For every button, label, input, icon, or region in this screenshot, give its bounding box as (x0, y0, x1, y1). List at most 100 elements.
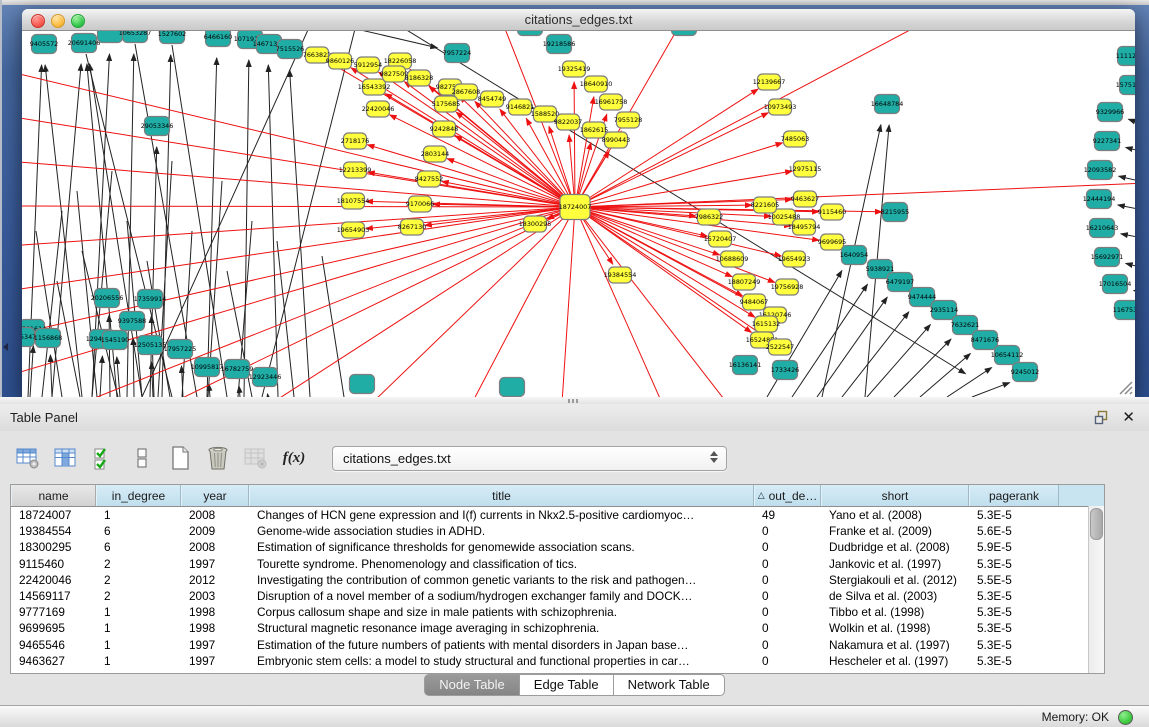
table-settings-icon[interactable] (14, 444, 42, 472)
divider-grip-icon[interactable] (568, 399, 580, 403)
show-columns-icon[interactable] (52, 444, 80, 472)
graph-edge[interactable] (1121, 234, 1135, 239)
graph-edge[interactable] (1128, 119, 1135, 126)
graph-edge[interactable] (920, 354, 970, 397)
graph-edge[interactable] (1126, 263, 1135, 269)
table-cell[interactable]: Hescheler et al. (1997) (821, 654, 969, 668)
network-graph[interactable]: 9405572206914061065328715276026466160107… (22, 31, 1135, 397)
table-row[interactable]: 2242004622012Investigating the contribut… (11, 572, 1104, 588)
table-row[interactable]: 1456911722003Disruption of a novel membe… (11, 588, 1104, 604)
table-cell[interactable]: 2 (96, 589, 181, 603)
graph-edge[interactable] (22, 206, 575, 207)
function-builder-icon[interactable]: f(x) (280, 444, 308, 472)
window-resize-grip[interactable] (1117, 379, 1133, 395)
tab-node-table[interactable]: Node Table (424, 674, 520, 696)
table-cell[interactable]: 9465546 (11, 638, 96, 652)
table-cell[interactable]: 1998 (181, 605, 249, 619)
table-cell[interactable]: Genome-wide association studies in ADHD. (249, 524, 754, 538)
table-cell[interactable]: 2009 (181, 524, 249, 538)
graph-node[interactable] (672, 31, 697, 36)
table-cell[interactable]: Corpus callosum shape and size in male p… (249, 605, 754, 619)
table-cell[interactable]: 0 (754, 524, 821, 538)
graph-edge[interactable] (100, 356, 102, 397)
table-cell[interactable]: 9115460 (11, 557, 96, 571)
column-header-in_degree[interactable]: in_degree (96, 485, 181, 506)
table-cell[interactable]: Estimation of significance thresholds fo… (249, 540, 754, 554)
collapse-panel-arrow-icon[interactable] (3, 343, 8, 351)
graph-edge[interactable] (372, 207, 575, 397)
table-cell[interactable]: 0 (754, 589, 821, 603)
graph-edge[interactable] (109, 315, 110, 397)
graph-edge[interactable] (82, 251, 118, 397)
table-cell[interactable]: 5.3E-5 (969, 654, 1059, 668)
memory-status-led-icon[interactable] (1118, 710, 1133, 725)
table-cell[interactable]: 2012 (181, 573, 249, 587)
graph-edge[interactable] (322, 31, 437, 48)
graph-edge[interactable] (455, 136, 575, 207)
table-cell[interactable]: 1997 (181, 638, 249, 652)
table-cell[interactable]: 5.3E-5 (969, 589, 1059, 603)
table-cell[interactable]: 14569117 (11, 589, 96, 603)
graph-edge[interactable] (1126, 147, 1135, 153)
table-cell[interactable]: Jankovic et al. (1997) (821, 557, 969, 571)
graph-edge[interactable] (239, 386, 240, 397)
graph-edge[interactable] (562, 207, 575, 397)
graph-edge[interactable] (272, 207, 575, 397)
table-cell[interactable]: 1998 (181, 621, 249, 635)
table-cell[interactable]: 0 (754, 557, 821, 571)
graph-edge[interactable] (244, 60, 249, 397)
graph-edge[interactable] (262, 31, 357, 397)
graph-edge[interactable] (158, 161, 172, 397)
table-scrollbar-thumb[interactable] (1090, 508, 1103, 540)
panel-divider[interactable] (0, 397, 1149, 404)
table-cell[interactable]: 18724007 (11, 508, 96, 522)
table-cell[interactable]: Estimation of the future numbers of pati… (249, 638, 754, 652)
table-cell[interactable]: 0 (754, 654, 821, 668)
table-cell[interactable]: 22420046 (11, 573, 96, 587)
table-cell[interactable]: Structural magnetic resonance image aver… (249, 621, 754, 635)
table-cell[interactable]: 5.9E-5 (969, 540, 1059, 554)
table-cell[interactable]: 1 (96, 621, 181, 635)
window-titlebar[interactable]: citations_edges.txt (22, 9, 1135, 31)
new-document-icon[interactable] (166, 444, 194, 472)
table-cell[interactable]: 1 (96, 508, 181, 522)
table-cell[interactable]: 1997 (181, 557, 249, 571)
table-cell[interactable]: 0 (754, 540, 821, 554)
table-cell[interactable]: de Silva et al. (2003) (821, 589, 969, 603)
table-cell[interactable]: 0 (754, 573, 821, 587)
table-cell[interactable]: Wolkin et al. (1998) (821, 621, 969, 635)
close-panel-icon[interactable]: ✕ (1122, 408, 1135, 426)
table-cell[interactable]: 9699695 (11, 621, 96, 635)
graph-node[interactable] (350, 375, 375, 394)
table-cell[interactable]: 2 (96, 573, 181, 587)
table-cell[interactable]: 2 (96, 557, 181, 571)
table-cell[interactable]: Investigating the contribution of common… (249, 573, 754, 587)
table-cell[interactable]: 2003 (181, 589, 249, 603)
graph-edge[interactable] (150, 147, 157, 397)
table-scrollbar[interactable] (1088, 506, 1104, 673)
table-cell[interactable]: 1997 (181, 654, 249, 668)
graph-edge[interactable] (22, 161, 575, 207)
graph-edge[interactable] (367, 145, 575, 207)
table-row[interactable]: 969969511998Structural magnetic resonanc… (11, 620, 1104, 636)
table-cell[interactable]: 1 (96, 654, 181, 668)
graph-edge[interactable] (117, 357, 120, 397)
table-cell[interactable]: 0 (754, 638, 821, 652)
table-cell[interactable]: 0 (754, 605, 821, 619)
network-canvas[interactable]: 9405572206914061065328715276026466160107… (22, 31, 1135, 397)
graph-edge[interactable] (30, 346, 33, 397)
table-cell[interactable]: 5.3E-5 (969, 621, 1059, 635)
table-row[interactable]: 1872400712008Changes of HCN gene express… (11, 507, 1104, 523)
graph-edge[interactable] (472, 207, 575, 397)
graph-edge[interactable] (972, 383, 1010, 397)
table-row[interactable]: 1938455462009Genome-wide association stu… (11, 523, 1104, 539)
table-cell[interactable]: Stergiakouli et al. (2012) (821, 573, 969, 587)
column-header-pagerank[interactable]: pagerank (969, 485, 1059, 506)
graph-edge[interactable] (1119, 176, 1135, 183)
table-row[interactable]: 977716911998Corpus callosum shape and si… (11, 604, 1104, 620)
graph-edge[interactable] (817, 297, 887, 397)
tab-network-table[interactable]: Network Table (614, 674, 725, 696)
table-cell[interactable]: Tibbo et al. (1998) (821, 605, 969, 619)
column-header-name[interactable]: name (11, 485, 96, 506)
table-cell[interactable]: 18300295 (11, 540, 96, 554)
